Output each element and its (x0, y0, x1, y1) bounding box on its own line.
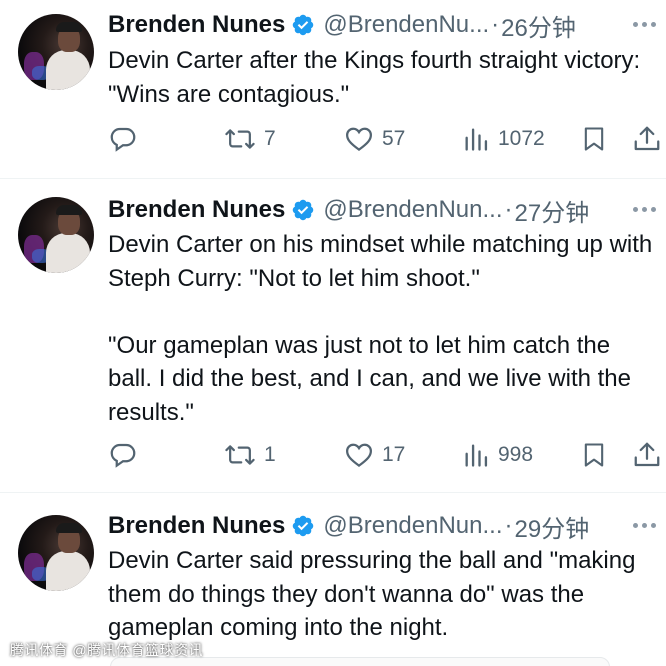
separator-dot: · (491, 11, 500, 38)
action-bar: 1 17 998 (108, 440, 666, 470)
views-count: 998 (498, 443, 534, 466)
avatar[interactable] (18, 515, 94, 591)
verified-badge-icon (293, 14, 314, 36)
retweet-count: 1 (264, 443, 276, 466)
author-handle[interactable]: @BrendenNu... (323, 11, 489, 39)
retweet-button[interactable]: 1 (224, 440, 276, 470)
timestamp[interactable]: 29分钟 (515, 509, 590, 544)
views-button[interactable]: 1072 (462, 124, 545, 154)
timestamp[interactable]: 26分钟 (501, 8, 576, 43)
tweet-text: Devin Carter said pressuring the ball an… (108, 547, 643, 641)
retweet-count: 7 (264, 127, 276, 150)
views-icon (465, 128, 488, 151)
bookmark-icon (584, 127, 604, 151)
author-name[interactable]: Brenden Nunes (108, 512, 285, 540)
bookmark-button[interactable] (580, 124, 608, 154)
avatar[interactable] (18, 14, 94, 90)
author-name[interactable]: Brenden Nunes (108, 11, 285, 39)
more-dots-icon[interactable] (633, 22, 656, 27)
avatar[interactable] (18, 197, 94, 273)
tweet-text: Devin Carter on his mindset while matchi… (108, 231, 653, 426)
author-handle[interactable]: @BrendenNun... (323, 512, 502, 540)
reply-icon (110, 443, 136, 468)
timestamp[interactable]: 27分钟 (515, 193, 590, 228)
more-dots-icon[interactable] (633, 207, 656, 212)
like-button[interactable]: 57 (344, 124, 405, 154)
more-dots-icon[interactable] (633, 523, 656, 528)
tweet-2[interactable]: Brenden Nunes @BrendenNun... · 27分钟 Devi… (0, 179, 666, 491)
retweet-button[interactable]: 7 (224, 124, 276, 154)
retweet-icon (225, 445, 255, 465)
share-button[interactable] (632, 124, 662, 154)
bookmark-icon (584, 443, 604, 467)
reply-button[interactable] (108, 440, 138, 470)
share-icon (634, 442, 660, 467)
views-button[interactable]: 998 (462, 440, 533, 470)
author-handle[interactable]: @BrendenNun... (323, 196, 502, 224)
heart-icon (345, 443, 373, 468)
share-button[interactable] (632, 440, 662, 470)
like-button[interactable]: 17 (344, 440, 405, 470)
separator-dot: · (504, 512, 513, 539)
verified-badge-icon (293, 199, 314, 221)
author-name[interactable]: Brenden Nunes (108, 196, 285, 224)
tweet-text: Devin Carter after the Kings fourth stra… (108, 47, 647, 108)
share-icon (634, 126, 660, 151)
watermark: 腾讯体育 @腾讯体育篮球资讯 (10, 642, 204, 658)
views-count: 1072 (498, 127, 545, 150)
like-count: 57 (382, 127, 406, 150)
bookmark-button[interactable] (580, 440, 608, 470)
heart-icon (345, 127, 373, 152)
like-count: 17 (382, 443, 406, 466)
reply-icon (110, 127, 136, 152)
reply-button[interactable] (108, 124, 138, 154)
verified-badge-icon (293, 515, 314, 537)
separator-dot: · (504, 196, 513, 223)
retweet-icon (225, 129, 255, 149)
action-bar: 7 57 1072 (108, 124, 666, 154)
views-icon (465, 444, 488, 467)
tweet-1[interactable]: Brenden Nunes @BrendenNu... · 26分钟 Devin… (0, 0, 666, 178)
